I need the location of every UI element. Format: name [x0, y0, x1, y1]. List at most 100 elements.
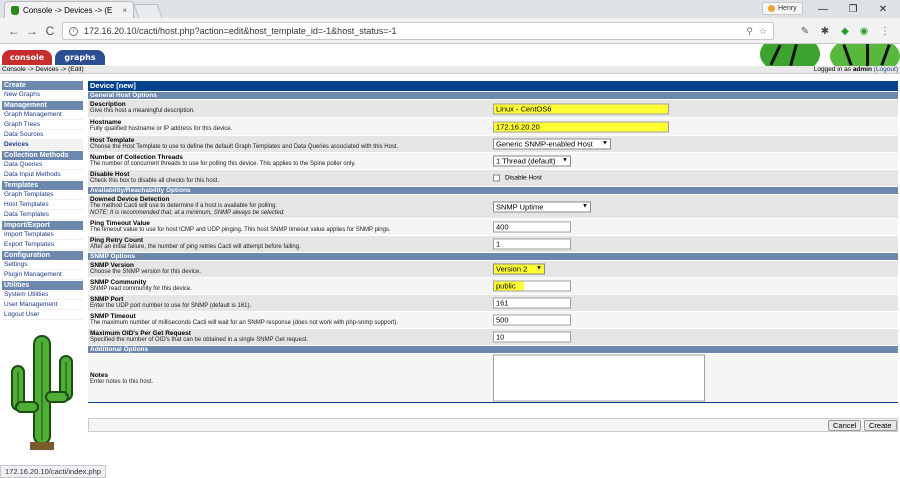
console-tab[interactable]: console [2, 50, 52, 65]
menu-item-logout-user[interactable]: Logout User [2, 310, 83, 320]
notes-help: Enter notes to this host. [90, 379, 154, 385]
menu-item-graph-management[interactable]: Graph Management [2, 110, 83, 120]
form-actions: Cancel Create [88, 418, 898, 432]
device-form: Device [new] General Host Options Descri… [88, 81, 898, 403]
zoom-icon[interactable]: ⚲ [746, 26, 753, 37]
browser-tab[interactable]: Console -> Devices -> (E × [4, 1, 134, 18]
cacti-favicon-icon [11, 5, 19, 15]
menu-icon[interactable]: ⋮ [878, 24, 892, 38]
menu-item-graph-templates[interactable]: Graph Templates [2, 190, 83, 200]
menu-item-data-input-methods[interactable]: Data Input Methods [2, 170, 83, 180]
threads-select[interactable]: 1 Thread (default) ▼ [493, 155, 571, 167]
menu-item-user-management[interactable]: User Management [2, 300, 83, 310]
ping-retry-field[interactable]: 1 [493, 238, 571, 250]
menu-item-new-graphs[interactable]: New Graphs [2, 90, 83, 100]
menu-header-import-export: Import/Export [2, 221, 83, 230]
cactus-banner-image [760, 44, 900, 66]
ping-timeout-row: Ping Timeout Value The timeout value to … [88, 218, 898, 235]
snmp-community-row: SNMP Community SNMP read community for t… [88, 277, 898, 294]
threads-value: 1 Thread (default) [496, 156, 556, 166]
menu-item-settings[interactable]: Settings [2, 260, 83, 270]
chevron-down-icon: ▼ [562, 157, 568, 164]
menu-item-host-templates[interactable]: Host Templates [2, 200, 83, 210]
maximize-button[interactable]: ❐ [838, 2, 868, 16]
extension-shield-icon[interactable]: ◉ [857, 24, 871, 38]
section-additional: Additional Options [88, 345, 898, 353]
menu-item-import-templates[interactable]: Import Templates [2, 230, 83, 240]
host-template-value: Generic SNMP-enabled Host [496, 139, 593, 149]
forward-icon[interactable]: → [24, 23, 40, 39]
cactus-logo [11, 335, 73, 450]
downed-select[interactable]: SNMP Uptime ▼ [493, 201, 591, 212]
login-status: Logged in as admin (Logout) [814, 66, 898, 73]
menu-item-system-utilities[interactable]: System Utilities [2, 290, 83, 300]
host-template-row: Host Template Choose the Host Template t… [88, 135, 898, 152]
create-button[interactable]: Create [864, 420, 897, 431]
notes-row: Notes Enter notes to this host. [88, 353, 898, 403]
menu-item-export-templates[interactable]: Export Templates [2, 240, 83, 250]
snmp-version-value: Version 2 [496, 264, 528, 274]
hostname-field[interactable]: 172.16.20.20 [493, 121, 669, 132]
new-tab-button[interactable] [133, 4, 163, 18]
disable-host-checkbox[interactable] [493, 174, 500, 182]
tab-close-icon[interactable]: × [122, 6, 127, 15]
cancel-button[interactable]: Cancel [828, 420, 862, 431]
profile-icon [768, 5, 775, 12]
snmp-timeout-row: SNMP Timeout The maximum number of milli… [88, 311, 898, 328]
graphs-tab[interactable]: graphs [55, 50, 105, 65]
username: admin [852, 66, 872, 73]
menu-item-data-sources[interactable]: Data Sources [2, 130, 83, 140]
logout-link[interactable]: (Logout) [874, 66, 898, 73]
breadcrumb-bar: Console -> Devices -> (Edit) Logged in a… [0, 66, 900, 74]
snmp-version-row: SNMP Version Choose the SNMP version for… [88, 260, 898, 277]
disable-row: Disable Host Check this box to disable a… [88, 169, 898, 186]
menu-item-devices[interactable]: Devices [2, 140, 83, 150]
breadcrumb[interactable]: Console -> Devices -> (Edit) [2, 66, 84, 73]
description-field[interactable]: Linux - CentOS6 [493, 103, 669, 114]
description-row: Description Give this host a meaningful … [88, 99, 898, 117]
menu-header-management: Management [2, 101, 83, 110]
profile-name: Henry [778, 5, 797, 12]
chevron-down-icon: ▼ [602, 140, 608, 147]
ping-retry-row: Ping Retry Count After an initial failur… [88, 235, 898, 252]
eyedropper-extension-icon[interactable]: ✎ [798, 24, 812, 38]
minimize-button[interactable]: — [808, 2, 838, 16]
menu-header-utilities: Utilities [2, 281, 83, 290]
host-template-select[interactable]: Generic SNMP-enabled Host ▼ [493, 138, 611, 150]
browser-tab-title: Console -> Devices -> (E [23, 5, 113, 15]
back-icon[interactable]: ← [6, 23, 22, 39]
section-snmp: SNMP Options [88, 252, 898, 260]
chevron-down-icon: ▼ [536, 265, 542, 272]
snmp-version-select[interactable]: Version 2 ▼ [493, 263, 545, 275]
reload-icon[interactable]: C [42, 23, 58, 39]
info-icon[interactable]: i [69, 26, 78, 36]
extension-puzzle-icon[interactable]: ✱ [818, 24, 832, 38]
menu-header-configuration: Configuration [2, 251, 83, 260]
menu-item-graph-trees[interactable]: Graph Trees [2, 120, 83, 130]
address-bar[interactable]: i 172.16.20.10/cacti/host.php?action=edi… [62, 22, 774, 40]
snmp-community-field[interactable]: public [493, 280, 571, 292]
hostname-row: Hostname Fully qualified hostname or IP … [88, 117, 898, 135]
console-menu: Create New Graphs Management Graph Manageme… [2, 80, 83, 320]
chevron-down-icon: ▼ [582, 203, 588, 209]
menu-header-collection-methods: Collection Methods [2, 151, 83, 160]
menu-header-create: Create [2, 81, 83, 90]
browser-toolbar: ← → C i 172.16.20.10/cacti/host.php?acti… [0, 18, 900, 44]
notes-textarea[interactable] [493, 354, 705, 402]
menu-item-data-templates[interactable]: Data Templates [2, 210, 83, 220]
downed-row: Downed Device Detection The method Cacti… [88, 194, 898, 218]
bookmark-star-icon[interactable]: ☆ [759, 26, 767, 37]
snmp-timeout-field[interactable]: 500 [493, 314, 571, 326]
window-close-button[interactable]: ✕ [868, 2, 898, 16]
menu-header-templates: Templates [2, 181, 83, 190]
extension-green-icon[interactable]: ◆ [838, 24, 852, 38]
snmp-port-field[interactable]: 161 [493, 297, 571, 309]
browser-tab-strip: Console -> Devices -> (E × Henry — ❐ ✕ [0, 0, 900, 18]
disable-host-checkbox-label[interactable]: Disable Host [505, 175, 542, 182]
form-title: Device [new] [88, 81, 898, 91]
ping-timeout-field[interactable]: 400 [493, 221, 571, 233]
menu-item-data-queries[interactable]: Data Queries [2, 160, 83, 170]
max-oids-field[interactable]: 10 [493, 331, 571, 343]
profile-button[interactable]: Henry [762, 2, 803, 15]
menu-item-plugin-management[interactable]: Plugin Management [2, 270, 83, 280]
